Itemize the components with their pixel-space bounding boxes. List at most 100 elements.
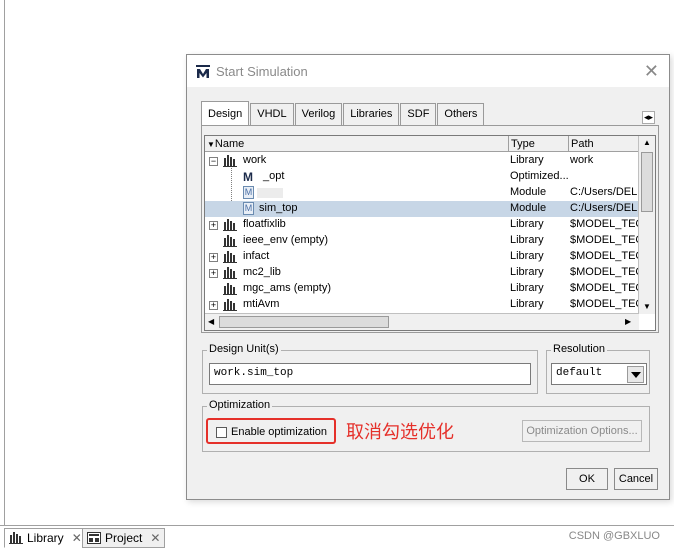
tree-item-path: C:/Users/DEL bbox=[570, 186, 638, 198]
annotation-text: 取消勾选优化 bbox=[346, 422, 454, 443]
tree-row-mtiavm[interactable]: + mtiAvm Library $MODEL_TEC bbox=[205, 297, 643, 313]
tree-item-path: $MODEL_TEC bbox=[570, 266, 644, 278]
tab-vhdl[interactable]: VHDL bbox=[250, 103, 294, 125]
tree-header: ▼Name Type Path bbox=[205, 136, 639, 152]
library-icon bbox=[223, 251, 237, 263]
scroll-right-icon[interactable]: ▶ bbox=[625, 317, 631, 326]
tree-horizontal-scrollbar[interactable]: ◀ ▶ bbox=[205, 313, 639, 330]
tree-item-path: $MODEL_TEC bbox=[570, 298, 644, 310]
tab-design[interactable]: Design bbox=[201, 101, 250, 125]
design-unit-input[interactable]: work.sim_top bbox=[209, 363, 531, 385]
tab-library[interactable]: Library ✕ bbox=[4, 528, 87, 548]
design-tree[interactable]: ▼Name Type Path − work Library work M _o… bbox=[204, 135, 656, 331]
expand-icon[interactable]: + bbox=[209, 301, 218, 310]
tree-item-type: Library bbox=[510, 282, 544, 294]
tab-libraries[interactable]: Libraries bbox=[343, 103, 400, 125]
expand-icon[interactable]: + bbox=[209, 221, 218, 230]
ok-button[interactable]: OK bbox=[566, 468, 608, 490]
tree-item-type: Optimized... bbox=[510, 170, 569, 182]
tree-item-name: work bbox=[243, 154, 267, 166]
design-unit-label: Design Unit(s) bbox=[207, 343, 281, 355]
tree-row-infact[interactable]: + infact Library $MODEL_TEC bbox=[205, 249, 643, 265]
design-unit-group: Design Unit(s) work.sim_top bbox=[202, 343, 538, 394]
tab-others[interactable]: Others bbox=[437, 103, 485, 125]
tree-row-work[interactable]: − work Library work bbox=[205, 153, 639, 169]
tree-row-module[interactable]: M Module C:/Users/DEL bbox=[205, 185, 639, 201]
tab-scroll-arrows-icon[interactable]: ◂▸ bbox=[641, 111, 655, 124]
library-icon bbox=[223, 155, 237, 167]
tab-project[interactable]: Project ✕ bbox=[82, 528, 166, 548]
tree-item-type: Module bbox=[510, 202, 547, 214]
highlight-box bbox=[206, 418, 336, 444]
scroll-thumb[interactable] bbox=[219, 316, 389, 328]
tree-item-type: Library bbox=[510, 154, 544, 166]
expand-icon[interactable]: + bbox=[209, 253, 218, 262]
modelsim-logo-icon bbox=[196, 65, 210, 78]
tree-item-name: ieee_env (empty) bbox=[243, 234, 328, 246]
optimized-design-icon: M bbox=[243, 170, 253, 184]
scroll-left-icon[interactable]: ◀ bbox=[208, 317, 214, 326]
tree-item-path: $MODEL_TEC bbox=[570, 250, 644, 262]
project-icon bbox=[87, 532, 101, 544]
library-icon bbox=[9, 532, 23, 544]
close-icon[interactable]: ✕ bbox=[72, 531, 82, 545]
scroll-down-icon[interactable]: ▼ bbox=[643, 302, 651, 311]
tab-library-label: Library bbox=[27, 531, 64, 545]
collapse-icon[interactable]: − bbox=[209, 157, 218, 166]
column-header-type[interactable]: Type bbox=[509, 136, 569, 152]
tab-project-label: Project bbox=[105, 531, 143, 545]
tree-item-name: _opt bbox=[263, 170, 285, 182]
library-icon bbox=[223, 219, 237, 231]
workspace-border bbox=[4, 0, 5, 526]
tree-item-path: work bbox=[570, 154, 594, 166]
tree-row-ieee-env[interactable]: ieee_env (empty) Library $MODEL_TEC bbox=[205, 233, 643, 249]
resolution-select[interactable]: default bbox=[551, 363, 647, 385]
library-icon bbox=[223, 283, 237, 295]
tree-item-path: $MODEL_TEC bbox=[570, 218, 644, 230]
tree-row-mc2-lib[interactable]: + mc2_lib Library $MODEL_TEC bbox=[205, 265, 643, 281]
module-icon: M bbox=[243, 202, 254, 215]
scroll-thumb[interactable] bbox=[641, 152, 653, 212]
tree-item-path: $MODEL_TEC bbox=[570, 234, 644, 246]
chevron-down-icon[interactable] bbox=[627, 366, 644, 383]
expand-icon[interactable]: + bbox=[209, 269, 218, 278]
cancel-button[interactable]: Cancel bbox=[614, 468, 658, 490]
resolution-value: default bbox=[556, 367, 603, 379]
tab-sdf[interactable]: SDF bbox=[400, 103, 437, 125]
tree-row-opt[interactable]: M _opt Optimized... bbox=[205, 169, 639, 185]
tree-item-type: Library bbox=[510, 250, 544, 262]
scroll-up-icon[interactable]: ▲ bbox=[643, 138, 651, 147]
tree-item-name: sim_top bbox=[259, 202, 298, 214]
tree-row-mgc-ams[interactable]: mgc_ams (empty) Library $MODEL_TEC bbox=[205, 281, 643, 297]
redacted-name bbox=[257, 188, 283, 198]
tree-item-path: $MODEL_TEC bbox=[570, 282, 644, 294]
optimization-options-button[interactable]: Optimization Options... bbox=[522, 420, 642, 442]
tree-item-name: infact bbox=[243, 250, 270, 262]
tree-item-type: Library bbox=[510, 234, 544, 246]
tree-item-path: C:/Users/DEL bbox=[570, 202, 638, 214]
tree-item-name: mc2_lib bbox=[243, 266, 281, 278]
tree-item-type: Library bbox=[510, 218, 544, 230]
tree-row-sim-top[interactable]: M sim_top Module C:/Users/DEL bbox=[205, 201, 639, 217]
tree-item-name: mtiAvm bbox=[243, 298, 280, 310]
resolution-group: Resolution default bbox=[546, 343, 650, 394]
library-icon bbox=[223, 299, 237, 311]
library-icon bbox=[223, 267, 237, 279]
module-icon: M bbox=[243, 186, 254, 199]
tree-item-type: Library bbox=[510, 298, 544, 310]
close-icon[interactable]: ✕ bbox=[644, 61, 659, 82]
tree-item-name: mgc_ams (empty) bbox=[243, 282, 332, 294]
tree-item-name: floatfixlib bbox=[243, 218, 286, 230]
dialog-titlebar[interactable]: Start Simulation ✕ bbox=[187, 55, 669, 87]
close-icon[interactable]: ✕ bbox=[150, 531, 160, 545]
tree-item-type: Module bbox=[510, 186, 547, 198]
library-icon bbox=[223, 235, 237, 247]
column-header-path[interactable]: Path bbox=[569, 136, 639, 152]
resolution-label: Resolution bbox=[551, 343, 607, 355]
optimization-label: Optimization bbox=[207, 399, 273, 411]
column-header-name[interactable]: ▼Name bbox=[205, 136, 509, 152]
tree-row-floatfixlib[interactable]: + floatfixlib Library $MODEL_TEC bbox=[205, 217, 643, 233]
tree-vertical-scrollbar[interactable]: ▲ ▼ bbox=[638, 136, 655, 314]
watermark: CSDN @GBXLUO bbox=[568, 530, 660, 542]
tab-verilog[interactable]: Verilog bbox=[294, 103, 343, 125]
